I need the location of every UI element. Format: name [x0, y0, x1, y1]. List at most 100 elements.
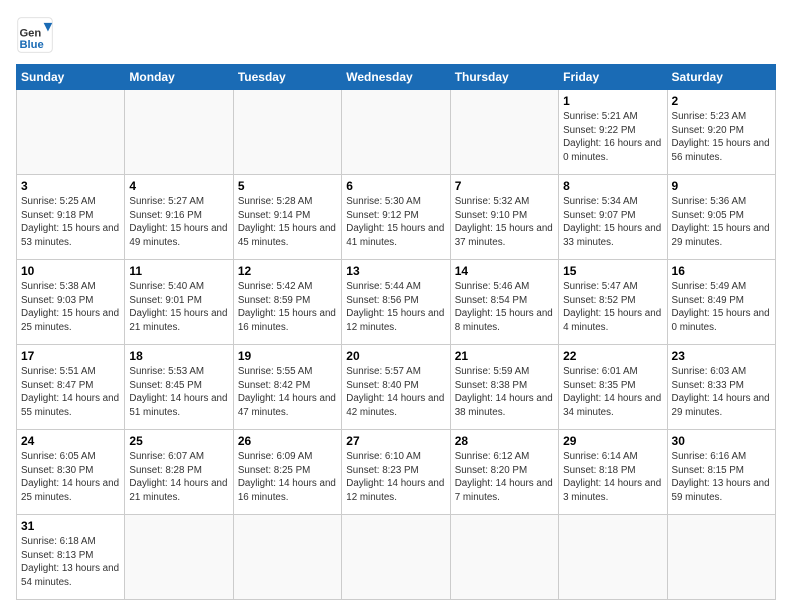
calendar-cell	[125, 90, 233, 175]
calendar-cell: 9Sunrise: 5:36 AM Sunset: 9:05 PM Daylig…	[667, 175, 775, 260]
calendar-cell: 27 Sunrise: 6:10 AM Sunset: 8:23 PM Dayli…	[342, 430, 450, 515]
header-cell-tuesday: Tuesday	[233, 65, 341, 90]
calendar-cell: 19 Sunrise: 5:55 AM Sunset: 8:42 PM Dayli…	[233, 345, 341, 430]
calendar-cell	[233, 515, 341, 600]
calendar-cell: 10 Sunrise: 5:38 AM Sunset: 9:03 PM Dayli…	[17, 260, 125, 345]
calendar-cell: 21 Sunrise: 5:59 AM Sunset: 8:38 PM Dayli…	[450, 345, 558, 430]
header-row: SundayMondayTuesdayWednesdayThursdayFrid…	[17, 65, 776, 90]
day-number: 30	[672, 434, 771, 448]
day-info: Sunrise: 5:38 AM Sunset: 9:03 PM Dayligh…	[21, 280, 120, 335]
day-info: Sunrise: 5:21 AM Sunset: 9:22 PM Dayligh…	[563, 110, 662, 165]
day-info: Sunrise: 5:42 AM Sunset: 8:59 PM Dayligh…	[238, 280, 337, 335]
header-cell-wednesday: Wednesday	[342, 65, 450, 90]
day-number: 17	[21, 349, 120, 363]
day-number: 4	[129, 179, 228, 193]
day-info: Sunrise: 6:07 AM Sunset: 8:28 PM Dayligh…	[129, 450, 228, 505]
day-info: Sunrise: 6:18 AM Sunset: 8:13 PM Dayligh…	[21, 535, 120, 590]
day-info: Sunrise: 6:14 AM Sunset: 8:18 PM Dayligh…	[563, 450, 662, 505]
day-info: Sunrise: 5:59 AM Sunset: 8:38 PM Dayligh…	[455, 365, 554, 420]
day-number: 22	[563, 349, 662, 363]
day-info: Sunrise: 6:05 AM Sunset: 8:30 PM Dayligh…	[21, 450, 120, 505]
day-info: Sunrise: 6:09 AM Sunset: 8:25 PM Dayligh…	[238, 450, 337, 505]
day-info: Sunrise: 5:27 AM Sunset: 9:16 PM Dayligh…	[129, 195, 228, 250]
day-info: Sunrise: 5:23 AM Sunset: 9:20 PM Dayligh…	[672, 110, 771, 165]
calendar-cell: 12 Sunrise: 5:42 AM Sunset: 8:59 PM Dayli…	[233, 260, 341, 345]
day-number: 11	[129, 264, 228, 278]
day-number: 26	[238, 434, 337, 448]
calendar-cell	[342, 515, 450, 600]
day-number: 23	[672, 349, 771, 363]
calendar-cell	[450, 515, 558, 600]
calendar-cell: 22 Sunrise: 6:01 AM Sunset: 8:35 PM Dayli…	[559, 345, 667, 430]
calendar-cell: 18 Sunrise: 5:53 AM Sunset: 8:45 PM Dayli…	[125, 345, 233, 430]
logo-icon: Gen Blue	[16, 16, 54, 54]
day-info: Sunrise: 5:25 AM Sunset: 9:18 PM Dayligh…	[21, 195, 120, 250]
day-info: Sunrise: 5:47 AM Sunset: 8:52 PM Dayligh…	[563, 280, 662, 335]
day-number: 31	[21, 519, 120, 533]
calendar-cell: 30 Sunrise: 6:16 AM Sunset: 8:15 PM Dayli…	[667, 430, 775, 515]
calendar-cell: 13 Sunrise: 5:44 AM Sunset: 8:56 PM Dayli…	[342, 260, 450, 345]
day-number: 7	[455, 179, 554, 193]
calendar-cell	[125, 515, 233, 600]
calendar-cell	[17, 90, 125, 175]
day-info: Sunrise: 5:53 AM Sunset: 8:45 PM Dayligh…	[129, 365, 228, 420]
calendar-cell	[342, 90, 450, 175]
calendar-cell: 25 Sunrise: 6:07 AM Sunset: 8:28 PM Dayli…	[125, 430, 233, 515]
day-number: 18	[129, 349, 228, 363]
day-info: Sunrise: 5:32 AM Sunset: 9:10 PM Dayligh…	[455, 195, 554, 250]
week-row-5: 24 Sunrise: 6:05 AM Sunset: 8:30 PM Dayli…	[17, 430, 776, 515]
day-info: Sunrise: 5:49 AM Sunset: 8:49 PM Dayligh…	[672, 280, 771, 335]
day-number: 12	[238, 264, 337, 278]
week-row-2: 3 Sunrise: 5:25 AM Sunset: 9:18 PM Daylig…	[17, 175, 776, 260]
day-number: 13	[346, 264, 445, 278]
day-number: 29	[563, 434, 662, 448]
calendar-cell: 14Sunrise: 5:46 AM Sunset: 8:54 PM Dayli…	[450, 260, 558, 345]
calendar-cell	[450, 90, 558, 175]
day-number: 21	[455, 349, 554, 363]
calendar-cell: 6Sunrise: 5:30 AM Sunset: 9:12 PM Daylig…	[342, 175, 450, 260]
header-cell-monday: Monday	[125, 65, 233, 90]
day-info: Sunrise: 6:01 AM Sunset: 8:35 PM Dayligh…	[563, 365, 662, 420]
day-number: 8	[563, 179, 662, 193]
day-number: 19	[238, 349, 337, 363]
header-cell-friday: Friday	[559, 65, 667, 90]
day-info: Sunrise: 6:10 AM Sunset: 8:23 PM Dayligh…	[346, 450, 445, 505]
day-info: Sunrise: 5:44 AM Sunset: 8:56 PM Dayligh…	[346, 280, 445, 335]
day-number: 9	[672, 179, 771, 193]
week-row-4: 17 Sunrise: 5:51 AM Sunset: 8:47 PM Dayli…	[17, 345, 776, 430]
day-info: Sunrise: 6:16 AM Sunset: 8:15 PM Dayligh…	[672, 450, 771, 505]
day-info: Sunrise: 5:30 AM Sunset: 9:12 PM Dayligh…	[346, 195, 445, 250]
calendar-cell: 26 Sunrise: 6:09 AM Sunset: 8:25 PM Dayli…	[233, 430, 341, 515]
week-row-6: 31 Sunrise: 6:18 AM Sunset: 8:13 PM Dayli…	[17, 515, 776, 600]
day-number: 15	[563, 264, 662, 278]
calendar-cell: 16 Sunrise: 5:49 AM Sunset: 8:49 PM Dayli…	[667, 260, 775, 345]
calendar-cell: 28Sunrise: 6:12 AM Sunset: 8:20 PM Dayli…	[450, 430, 558, 515]
header-cell-thursday: Thursday	[450, 65, 558, 90]
day-number: 28	[455, 434, 554, 448]
day-number: 24	[21, 434, 120, 448]
svg-text:Gen: Gen	[19, 28, 41, 40]
calendar-cell: 23 Sunrise: 6:03 AM Sunset: 8:33 PM Dayli…	[667, 345, 775, 430]
day-number: 27	[346, 434, 445, 448]
week-row-1: 1Sunrise: 5:21 AM Sunset: 9:22 PM Daylig…	[17, 90, 776, 175]
calendar-cell: 3 Sunrise: 5:25 AM Sunset: 9:18 PM Daylig…	[17, 175, 125, 260]
header-cell-saturday: Saturday	[667, 65, 775, 90]
calendar-cell: 7 Sunrise: 5:32 AM Sunset: 9:10 PM Daylig…	[450, 175, 558, 260]
day-info: Sunrise: 5:55 AM Sunset: 8:42 PM Dayligh…	[238, 365, 337, 420]
day-info: Sunrise: 5:51 AM Sunset: 8:47 PM Dayligh…	[21, 365, 120, 420]
week-row-3: 10 Sunrise: 5:38 AM Sunset: 9:03 PM Dayli…	[17, 260, 776, 345]
calendar-cell: 31 Sunrise: 6:18 AM Sunset: 8:13 PM Dayli…	[17, 515, 125, 600]
calendar-cell: 5Sunrise: 5:28 AM Sunset: 9:14 PM Daylig…	[233, 175, 341, 260]
page-header: Gen Blue	[16, 16, 776, 54]
day-number: 3	[21, 179, 120, 193]
day-number: 10	[21, 264, 120, 278]
day-info: Sunrise: 5:46 AM Sunset: 8:54 PM Dayligh…	[455, 280, 554, 335]
day-info: Sunrise: 6:03 AM Sunset: 8:33 PM Dayligh…	[672, 365, 771, 420]
calendar-cell	[559, 515, 667, 600]
calendar-cell	[667, 515, 775, 600]
day-number: 25	[129, 434, 228, 448]
day-number: 16	[672, 264, 771, 278]
calendar-cell: 4 Sunrise: 5:27 AM Sunset: 9:16 PM Daylig…	[125, 175, 233, 260]
calendar-table: SundayMondayTuesdayWednesdayThursdayFrid…	[16, 64, 776, 600]
day-info: Sunrise: 5:40 AM Sunset: 9:01 PM Dayligh…	[129, 280, 228, 335]
